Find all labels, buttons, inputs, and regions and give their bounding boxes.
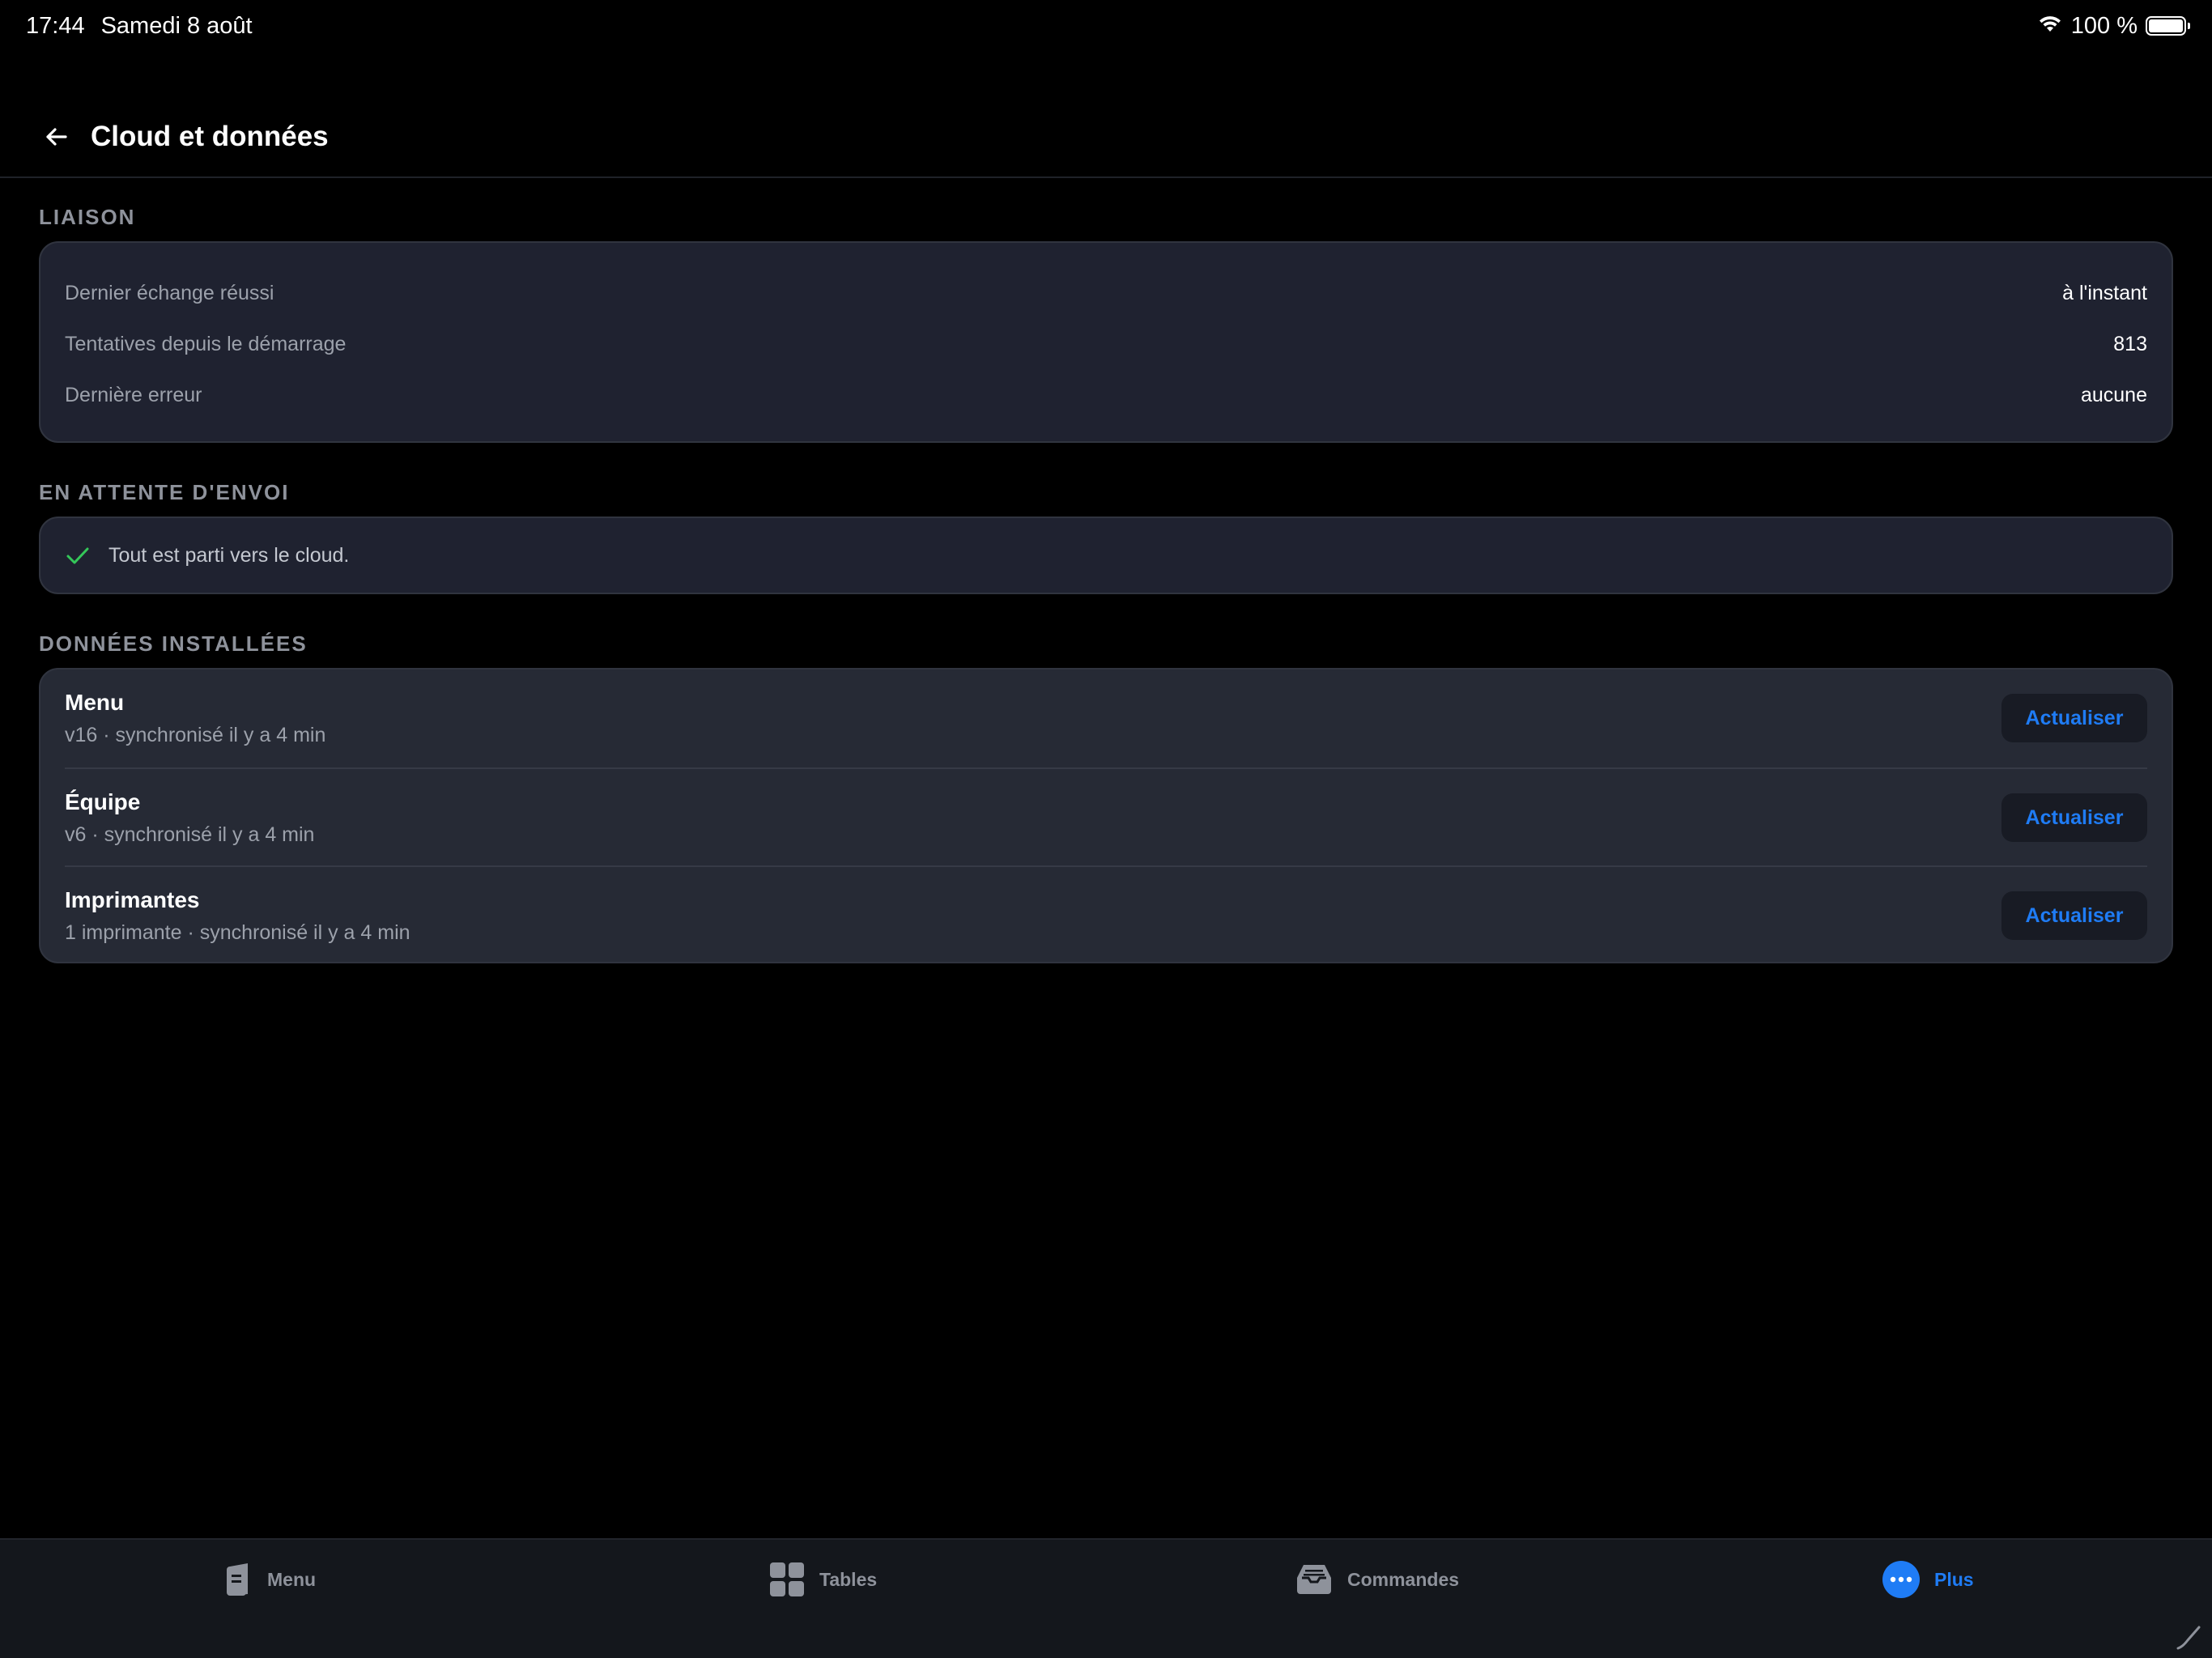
pencil-stroke-icon xyxy=(2176,1626,2201,1650)
refresh-button-printers[interactable]: Actualiser xyxy=(2001,891,2147,940)
kv-row-attempts: Tentatives depuis le démarrage 813 xyxy=(65,333,2147,356)
inbox-tray-icon xyxy=(1297,1565,1331,1594)
data-row-menu: Menu v16 · synchronisé il y a 4 min Actu… xyxy=(65,670,2147,767)
tab-orders-label: Commandes xyxy=(1347,1568,1460,1590)
section-label-liaison: LIAISON xyxy=(39,205,136,229)
refresh-button-menu[interactable]: Actualiser xyxy=(2001,694,2147,742)
data-item-name: Imprimantes xyxy=(65,886,200,912)
data-row-text: Équipe v6 · synchronisé il y a 4 min xyxy=(65,789,314,847)
tab-more-label: Plus xyxy=(1934,1568,1974,1590)
page-header: Cloud et données xyxy=(0,97,2212,178)
tab-tables[interactable]: Tables xyxy=(769,1561,877,1598)
kv-row-last-error: Dernière erreur aucune xyxy=(65,384,2147,407)
data-row-text: Menu v16 · synchronisé il y a 4 min xyxy=(65,690,325,747)
data-row-text: Imprimantes 1 imprimante · synchronisé i… xyxy=(65,887,410,945)
kv-value: à l'instant xyxy=(2062,282,2147,304)
kv-key: Tentatives depuis le démarrage xyxy=(65,333,347,355)
check-icon xyxy=(66,547,89,564)
data-item-meta: 1 imprimante · synchronisé il y a 4 min xyxy=(65,920,410,944)
kv-key: Dernier échange réussi xyxy=(65,282,274,304)
status-bar: 17:44 Samedi 8 août 100 % xyxy=(0,0,2212,52)
section-label-installed: DONNÉES INSTALLÉES xyxy=(39,631,308,656)
tab-tables-label: Tables xyxy=(819,1568,878,1590)
tab-menu-label: Menu xyxy=(267,1568,317,1590)
battery-icon xyxy=(2146,16,2190,36)
data-item-meta: v6 · synchronisé il y a 4 min xyxy=(65,823,315,846)
installed-card: Menu v16 · synchronisé il y a 4 min Actu… xyxy=(39,668,2173,963)
battery-percent: 100 % xyxy=(2070,12,2138,39)
pending-status: Tout est parti vers le cloud. xyxy=(65,518,349,593)
tab-menu[interactable]: Menu xyxy=(223,1561,316,1598)
tab-orders[interactable]: Commandes xyxy=(1295,1561,1459,1598)
data-item-name: Équipe xyxy=(65,789,141,814)
status-time: 17:44 xyxy=(26,12,85,39)
section-label-pending: EN ATTENTE D'ENVOI xyxy=(39,480,290,504)
data-row-team: Équipe v6 · synchronisé il y a 4 min Act… xyxy=(65,767,2147,866)
wifi-icon xyxy=(2037,13,2063,40)
tab-more[interactable]: Plus xyxy=(1882,1561,1974,1598)
refresh-button-team[interactable]: Actualiser xyxy=(2001,793,2147,842)
arrow-left-icon xyxy=(46,128,67,146)
pending-card: Tout est parti vers le cloud. xyxy=(39,517,2173,594)
kv-key: Dernière erreur xyxy=(65,384,202,406)
data-item-meta: v16 · synchronisé il y a 4 min xyxy=(65,723,326,746)
kv-value: 813 xyxy=(2113,333,2147,355)
menu-book-icon xyxy=(227,1563,248,1596)
status-date: Samedi 8 août xyxy=(100,12,253,39)
kv-value: aucune xyxy=(2080,384,2147,406)
data-row-printers: Imprimantes 1 imprimante · synchronisé i… xyxy=(65,865,2147,964)
pending-message: Tout est parti vers le cloud. xyxy=(108,543,350,567)
tab-bar: Menu Tables Commandes Plus xyxy=(0,1538,2212,1658)
kv-row-last-exchange: Dernier échange réussi à l'instant xyxy=(65,282,2147,305)
tables-grid-icon xyxy=(770,1562,804,1596)
data-item-name: Menu xyxy=(65,689,125,715)
back-button[interactable] xyxy=(39,119,74,155)
liaison-card: Dernier échange réussi à l'instant Tenta… xyxy=(39,241,2173,443)
page-title: Cloud et données xyxy=(91,121,329,152)
more-dots-icon xyxy=(1882,1561,1920,1598)
